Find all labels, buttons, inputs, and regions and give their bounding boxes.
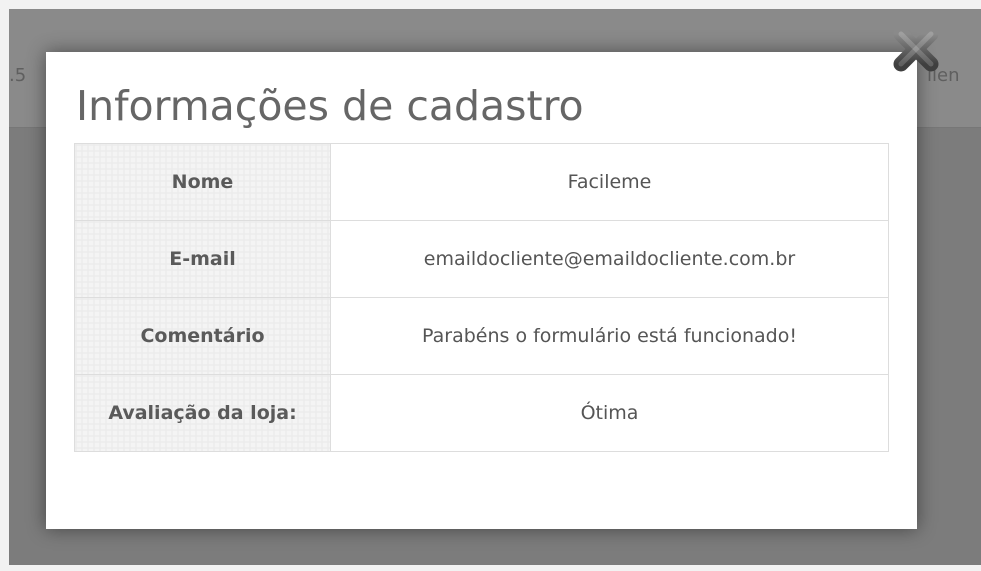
row-value-email: emaildocliente@emaildocliente.com.br	[330, 220, 889, 298]
row-value-store-rating: Ótima	[330, 374, 889, 452]
background-text-left: .5	[9, 65, 27, 86]
modal-title: Informações de cadastro	[76, 82, 584, 130]
row-label-name: Nome	[74, 143, 331, 221]
close-icon	[893, 26, 939, 72]
row-label-store-rating: Avaliação da loja:	[74, 374, 331, 452]
row-label-comment: Comentário	[74, 297, 331, 375]
registration-info-modal: Informações de cadastro Nome Facileme E-…	[46, 52, 917, 529]
row-label-email: E-mail	[74, 220, 331, 298]
table-row: E-mail emaildocliente@emaildocliente.com…	[74, 220, 889, 298]
row-value-comment: Parabéns o formulário está funcionado!	[330, 297, 889, 375]
table-row: Comentário Parabéns o formulário está fu…	[74, 297, 889, 375]
close-button[interactable]	[889, 22, 943, 76]
table-row: Nome Facileme	[74, 143, 889, 221]
page: .5 ilen Informações de cadastro Nome Fac…	[0, 0, 981, 571]
table-row: Avaliação da loja: Ótima	[74, 374, 889, 452]
info-table: Nome Facileme E-mail emaildocliente@emai…	[74, 143, 889, 452]
row-value-name: Facileme	[330, 143, 889, 221]
